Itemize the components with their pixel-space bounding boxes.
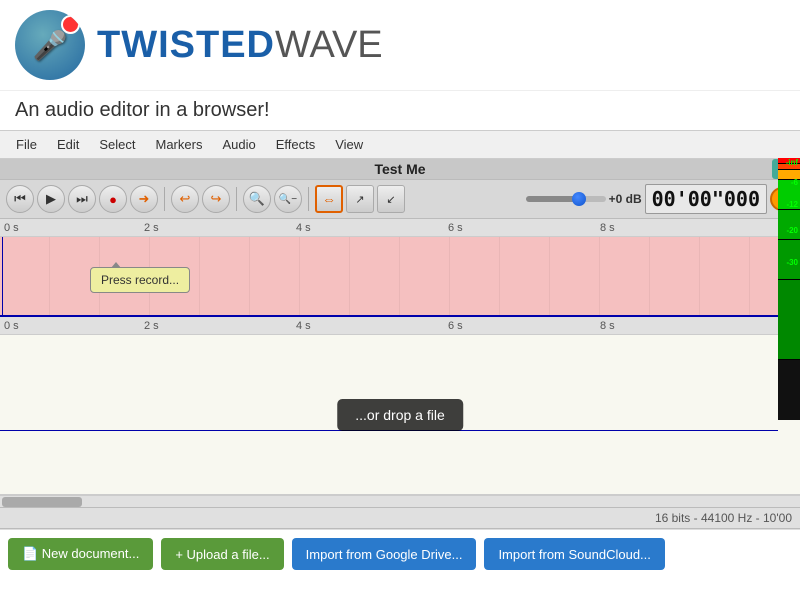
timeline-mark-2s: 2 s — [144, 222, 159, 234]
shrink-button[interactable]: ↙ — [377, 185, 405, 213]
waveform-dropzone[interactable]: ...or drop a file — [0, 335, 800, 495]
menu-edit[interactable]: Edit — [49, 134, 87, 155]
statusbar: 16 bits - 44100 Hz - 10'00 — [0, 507, 800, 529]
logo-bold: TWISTED — [97, 24, 275, 66]
tagline: An audio editor in a browser! — [0, 91, 800, 130]
timeline-mark-6s: 6 s — [448, 222, 463, 234]
timeline-mark-0s: 0 s — [4, 222, 19, 234]
bottom-bar: 📄 New document... + Upload a file... Imp… — [0, 529, 800, 578]
scrollbar[interactable] — [0, 495, 800, 507]
separator-3 — [308, 187, 309, 211]
trim-button[interactable]: ⇔ — [315, 185, 343, 213]
vu-label-6: -6 — [791, 178, 798, 187]
volume-knob[interactable] — [572, 192, 586, 206]
volume-slider[interactable] — [526, 196, 606, 202]
undo-button[interactable]: ↩ — [171, 185, 199, 213]
timeline-bottom: 0 s 2 s 4 s 6 s 8 s — [0, 317, 800, 335]
logo-image: 🎤 — [15, 10, 85, 80]
menubar: File Edit Select Markers Audio Effects V… — [0, 130, 800, 159]
timeline-b-mark-6s: 6 s — [448, 320, 463, 332]
menu-file[interactable]: File — [8, 134, 45, 155]
import-soundcloud-button[interactable]: Import from SoundCloud... — [484, 538, 664, 570]
menu-audio[interactable]: Audio — [214, 134, 263, 155]
volume-control — [526, 196, 606, 202]
record-tooltip: Press record... — [90, 267, 190, 293]
track-title-bar: Test Me ↗ — [0, 159, 800, 180]
expand-button[interactable]: ↗ — [346, 185, 374, 213]
vu-label-30: -30 — [786, 258, 798, 267]
zoom-out-button[interactable]: 🔍− — [274, 185, 302, 213]
time-display: 00'00"000 — [645, 184, 767, 214]
db-label: +0 dB — [609, 192, 642, 206]
waveform-recording[interactable]: Press record... — [0, 237, 800, 317]
playhead-top — [2, 237, 3, 315]
zoom-in-button[interactable]: 🔍 — [243, 185, 271, 213]
record-button[interactable]: ● — [99, 185, 127, 213]
logo-text: TWISTEDWAVE — [97, 24, 383, 67]
drop-hint: ...or drop a file — [337, 399, 463, 431]
vu-label-inf: -inf — [786, 158, 798, 167]
vu-green-4 — [778, 280, 800, 360]
timeline-mark-4s: 4 s — [296, 222, 311, 234]
timeline-b-mark-2s: 2 s — [144, 320, 159, 332]
playhead-bottom — [0, 430, 778, 431]
mic-icon: 🎤 — [33, 29, 68, 62]
timeline-b-mark-0s: 0 s — [4, 320, 19, 332]
redo-button[interactable]: ↪ — [202, 185, 230, 213]
fast-forward-button[interactable]: ⏭ — [68, 185, 96, 213]
vu-meter: -inf -6 -12 -20 -30 — [778, 158, 800, 420]
timeline-b-mark-4s: 4 s — [296, 320, 311, 332]
scrollbar-thumb[interactable] — [2, 497, 82, 507]
play-button[interactable]: ▶ — [37, 185, 65, 213]
menu-markers[interactable]: Markers — [148, 134, 211, 155]
menu-view[interactable]: View — [327, 134, 371, 155]
import-gdrive-button[interactable]: Import from Google Drive... — [292, 538, 477, 570]
timeline-b-mark-8s: 8 s — [600, 320, 615, 332]
toolbar: ⏮ ▶ ⏭ ● ➜ ↩ ↪ 🔍 🔍− ⇔ ↗ ↙ +0 dB 00'00"000… — [0, 180, 800, 219]
new-document-button[interactable]: 📄 New document... — [8, 538, 153, 570]
separator-1 — [164, 187, 165, 211]
go-end-button[interactable]: ➜ — [130, 185, 158, 213]
rewind-button[interactable]: ⏮ — [6, 185, 34, 213]
header: 🎤 TWISTEDWAVE — [0, 0, 800, 91]
vu-label-12: -12 — [786, 200, 798, 209]
menu-effects[interactable]: Effects — [268, 134, 324, 155]
upload-file-button[interactable]: + Upload a file... — [161, 538, 283, 570]
logo-normal: WAVE — [275, 24, 383, 66]
track-name: Test Me — [374, 161, 425, 177]
separator-2 — [236, 187, 237, 211]
menu-select[interactable]: Select — [91, 134, 143, 155]
timeline-mark-8s: 8 s — [600, 222, 615, 234]
tooltip-text: Press record... — [101, 273, 179, 287]
vu-label-20: -20 — [786, 226, 798, 235]
vu-green-2 — [778, 210, 800, 240]
timeline-top: 0 s 2 s 4 s 6 s 8 s — [0, 219, 800, 237]
